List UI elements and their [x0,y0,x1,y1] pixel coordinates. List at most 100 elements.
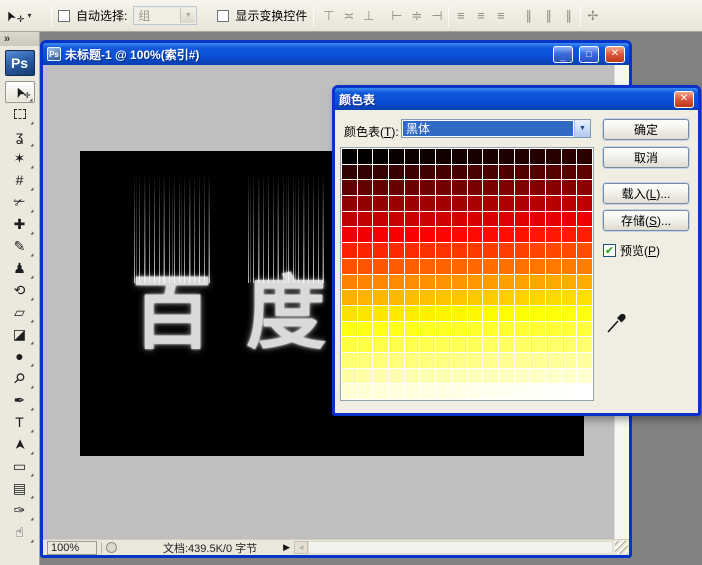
color-swatch[interactable] [373,149,388,164]
color-swatch[interactable] [562,369,577,384]
color-swatch[interactable] [468,149,483,164]
scroll-left-arrow-icon[interactable]: ◂ [294,541,308,554]
color-swatch[interactable] [452,212,467,227]
color-swatch[interactable] [342,196,357,211]
color-swatch[interactable] [436,369,451,384]
dialog-titlebar[interactable]: 颜色表 ✕ [335,88,698,110]
crop-tool[interactable]: # [5,169,35,191]
color-swatch[interactable] [373,322,388,337]
color-swatch[interactable] [420,165,435,180]
eyedropper-tool[interactable]: ✑ [5,499,35,521]
color-swatch[interactable] [436,306,451,321]
color-swatch[interactable] [530,384,545,399]
color-swatch[interactable] [546,384,561,399]
color-swatch[interactable] [577,227,592,242]
color-swatch[interactable] [389,243,404,258]
color-swatch[interactable] [342,337,357,352]
color-swatch[interactable] [373,337,388,352]
lasso-tool[interactable]: ʓ [5,125,35,147]
color-swatch[interactable] [452,180,467,195]
color-swatch[interactable] [342,290,357,305]
eraser-tool[interactable]: ▱ [5,301,35,323]
color-swatch[interactable] [483,165,498,180]
color-swatch[interactable] [577,180,592,195]
color-swatch[interactable] [562,290,577,305]
color-swatch[interactable] [436,243,451,258]
color-swatch[interactable] [515,180,530,195]
color-swatch[interactable] [546,243,561,258]
color-swatch[interactable] [342,243,357,258]
color-swatch[interactable] [530,243,545,258]
color-swatch[interactable] [483,243,498,258]
color-swatch[interactable] [389,165,404,180]
color-swatch[interactable] [577,275,592,290]
color-swatch[interactable] [358,275,373,290]
color-swatch[interactable] [342,165,357,180]
color-swatch[interactable] [499,290,514,305]
color-swatch[interactable] [452,196,467,211]
color-swatch[interactable] [342,322,357,337]
color-swatch[interactable] [499,384,514,399]
load-button[interactable]: 载入(L)... [603,183,689,204]
color-swatch[interactable] [436,196,451,211]
color-swatch[interactable] [499,275,514,290]
color-swatch[interactable] [530,180,545,195]
color-swatch[interactable] [358,369,373,384]
color-swatch[interactable] [546,149,561,164]
color-swatch[interactable] [562,196,577,211]
color-swatch[interactable] [373,212,388,227]
zoom-level-field[interactable] [47,541,97,555]
color-swatch[interactable] [515,306,530,321]
color-swatch[interactable] [436,337,451,352]
color-swatch[interactable] [389,322,404,337]
color-swatch[interactable] [468,384,483,399]
color-swatch[interactable] [530,369,545,384]
distribute-left-edges-icon[interactable]: ∥ [520,8,537,24]
color-swatch[interactable] [389,227,404,242]
color-swatch[interactable] [452,243,467,258]
toolbox-header[interactable]: » [0,32,39,46]
color-swatch[interactable] [577,290,592,305]
color-swatch[interactable] [546,322,561,337]
color-swatch[interactable] [452,306,467,321]
distribute-horizontal-centers-icon[interactable]: ∥ [540,8,557,24]
color-swatch[interactable] [420,275,435,290]
color-swatch[interactable] [389,275,404,290]
color-swatch[interactable] [358,353,373,368]
color-swatch[interactable] [468,212,483,227]
color-swatch[interactable] [420,369,435,384]
color-swatch[interactable] [373,165,388,180]
color-swatch[interactable] [530,227,545,242]
color-swatch[interactable] [562,243,577,258]
color-swatch[interactable] [530,196,545,211]
color-swatch[interactable] [342,259,357,274]
color-swatch[interactable] [515,337,530,352]
color-swatch[interactable] [342,306,357,321]
color-swatch[interactable] [562,275,577,290]
color-swatch[interactable] [452,322,467,337]
color-swatch[interactable] [499,353,514,368]
color-swatch[interactable] [373,180,388,195]
color-swatch[interactable] [499,337,514,352]
color-swatch[interactable] [546,369,561,384]
color-swatch[interactable] [483,180,498,195]
color-swatch[interactable] [452,227,467,242]
color-swatch[interactable] [562,180,577,195]
color-swatch[interactable] [530,259,545,274]
color-swatch[interactable] [452,353,467,368]
color-swatch[interactable] [499,306,514,321]
color-swatch[interactable] [546,337,561,352]
tool-preset-caret-icon[interactable]: ▾ [27,11,31,20]
color-swatch[interactable] [515,322,530,337]
cancel-button[interactable]: 取消 [603,147,689,168]
color-swatch[interactable] [468,290,483,305]
color-swatch[interactable] [405,227,420,242]
color-swatch[interactable] [436,384,451,399]
color-swatch[interactable] [405,290,420,305]
align-horizontal-centers-icon[interactable]: ≑ [408,8,425,24]
color-swatch[interactable] [405,149,420,164]
color-swatch[interactable] [562,306,577,321]
color-swatch[interactable] [389,212,404,227]
color-swatch[interactable] [546,165,561,180]
color-swatch[interactable] [483,337,498,352]
